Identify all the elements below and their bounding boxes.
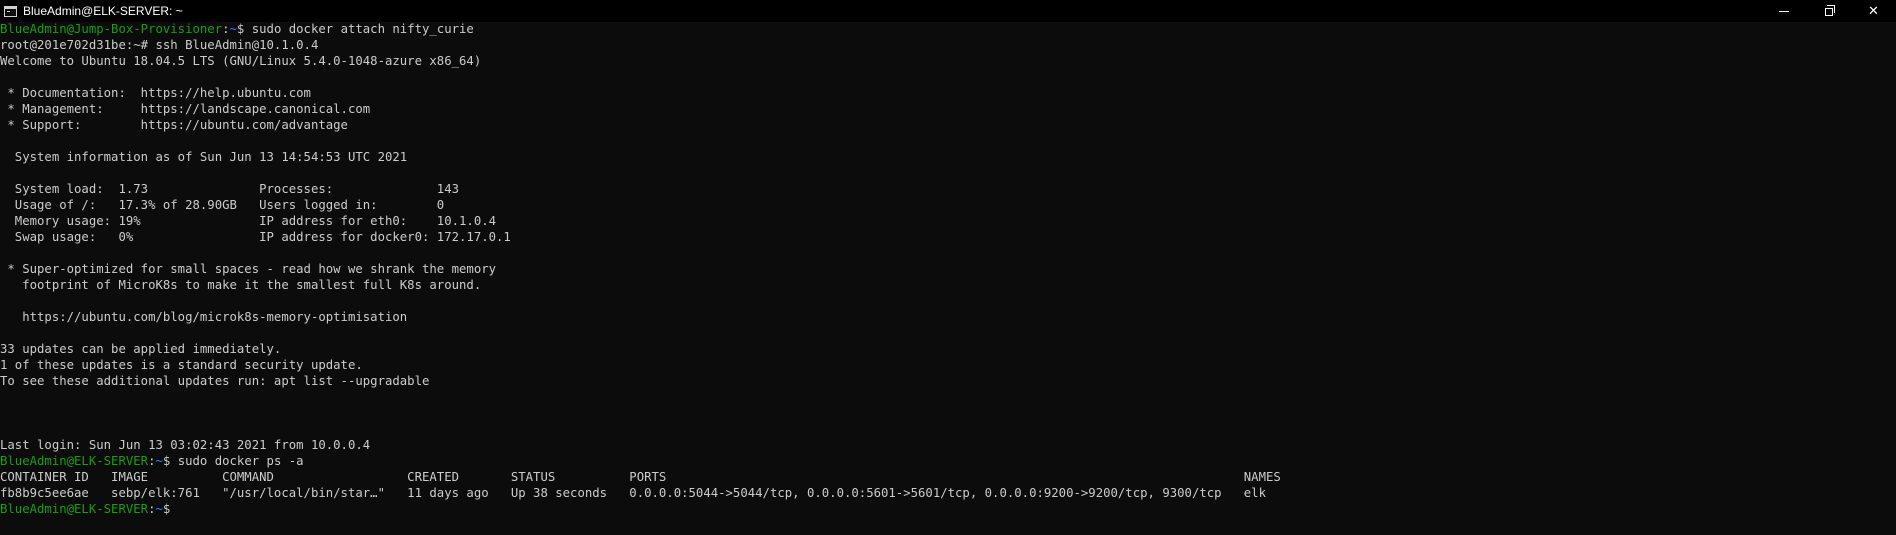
output-text: CONTAINER ID IMAGE COMMAND CREATED STATU… — [0, 470, 1281, 484]
terminal-line: fb8b9c5ee6ae sebp/elk:761 "/usr/local/bi… — [0, 485, 1896, 501]
terminal-output[interactable]: BlueAdmin@Jump-Box-Provisioner:~$ sudo d… — [0, 21, 1896, 535]
output-text: System information as of Sun Jun 13 14:5… — [0, 150, 408, 164]
prompt-user-host: BlueAdmin@Jump-Box-Provisioner — [0, 22, 223, 36]
terminal-line: CONTAINER ID IMAGE COMMAND CREATED STATU… — [0, 469, 1896, 485]
terminal-line: System load: 1.73 Processes: 143 — [0, 181, 1896, 197]
restore-button[interactable] — [1806, 0, 1851, 22]
prompt-path: ~ — [229, 22, 237, 36]
output-text: Memory usage: 19% IP address for eth0: 1… — [0, 214, 497, 228]
title-bar[interactable]: BlueAdmin@ELK-SERVER: ~ ✕ — [0, 0, 1896, 22]
terminal-line: footprint of MicroK8s to make it the sma… — [0, 277, 1896, 293]
output-text: To see these additional updates run: apt… — [0, 374, 430, 388]
terminal-line: BlueAdmin@Jump-Box-Provisioner:~$ sudo d… — [0, 21, 1896, 37]
output-text: footprint of MicroK8s to make it the sma… — [0, 278, 482, 292]
terminal-line: 1 of these updates is a standard securit… — [0, 357, 1896, 373]
output-text: root@201e702d31be:~# ssh BlueAdmin@10.1.… — [0, 38, 319, 52]
output-text: https://ubuntu.com/blog/microk8s-memory-… — [0, 310, 408, 324]
window-title: BlueAdmin@ELK-SERVER: ~ — [23, 4, 183, 18]
prompt-user-host: BlueAdmin@ELK-SERVER — [0, 502, 149, 516]
window-controls: ✕ — [1761, 0, 1896, 22]
terminal-line: root@201e702d31be:~# ssh BlueAdmin@10.1.… — [0, 37, 1896, 53]
terminal-line: * Super-optimized for small spaces - rea… — [0, 261, 1896, 277]
restore-icon — [1824, 5, 1835, 16]
terminal-line: Memory usage: 19% IP address for eth0: 1… — [0, 213, 1896, 229]
output-text: Welcome to Ubuntu 18.04.5 LTS (GNU/Linux… — [0, 54, 482, 68]
output-text: fb8b9c5ee6ae sebp/elk:761 "/usr/local/bi… — [0, 486, 1266, 500]
output-text: 1 of these updates is a standard securit… — [0, 358, 363, 372]
command-text: $ sudo docker ps -a — [162, 454, 304, 468]
output-text: System load: 1.73 Processes: 143 — [0, 182, 460, 196]
command-text: $ sudo docker attach nifty_curie — [236, 22, 474, 36]
prompt-user-host: BlueAdmin@ELK-SERVER — [0, 454, 149, 468]
close-button[interactable]: ✕ — [1851, 0, 1896, 22]
command-text: $ — [162, 502, 171, 516]
terminal-line: BlueAdmin@ELK-SERVER:~$ — [0, 501, 1896, 517]
output-text: * Support: https://ubuntu.com/advantage — [0, 118, 348, 132]
minimize-button[interactable] — [1761, 0, 1806, 22]
terminal-line: Last login: Sun Jun 13 03:02:43 2021 fro… — [0, 437, 1896, 453]
terminal-line: Welcome to Ubuntu 18.04.5 LTS (GNU/Linux… — [0, 53, 1896, 69]
output-text: * Documentation: https://help.ubuntu.com — [0, 86, 311, 100]
close-icon: ✕ — [1868, 3, 1879, 19]
terminal-line: * Documentation: https://help.ubuntu.com — [0, 85, 1896, 101]
prompt-path: ~ — [155, 502, 163, 516]
terminal-line: * Support: https://ubuntu.com/advantage — [0, 117, 1896, 133]
minimize-icon — [1778, 10, 1789, 12]
output-text: Last login: Sun Jun 13 03:02:43 2021 fro… — [0, 438, 371, 452]
output-text: * Super-optimized for small spaces - rea… — [0, 262, 497, 276]
terminal-line: 33 updates can be applied immediately. — [0, 341, 1896, 357]
output-text: Usage of /: 17.3% of 28.90GB Users logge… — [0, 198, 445, 212]
terminal-app-icon[interactable] — [4, 5, 17, 17]
output-text: Swap usage: 0% IP address for docker0: 1… — [0, 230, 511, 244]
terminal-line: System information as of Sun Jun 13 14:5… — [0, 149, 1896, 165]
terminal-line: https://ubuntu.com/blog/microk8s-memory-… — [0, 309, 1896, 325]
output-text: * Management: https://landscape.canonica… — [0, 102, 371, 116]
terminal-line: Usage of /: 17.3% of 28.90GB Users logge… — [0, 197, 1896, 213]
terminal-line: Swap usage: 0% IP address for docker0: 1… — [0, 229, 1896, 245]
prompt-path: ~ — [155, 454, 163, 468]
terminal-line: * Management: https://landscape.canonica… — [0, 101, 1896, 117]
output-text: 33 updates can be applied immediately. — [0, 342, 282, 356]
terminal-line: To see these additional updates run: apt… — [0, 373, 1896, 389]
prompt-separator: : — [222, 22, 230, 36]
terminal-line: BlueAdmin@ELK-SERVER:~$ sudo docker ps -… — [0, 453, 1896, 469]
terminal-window: BlueAdmin@ELK-SERVER: ~ ✕ BlueAdmin@Jump… — [0, 0, 1896, 535]
